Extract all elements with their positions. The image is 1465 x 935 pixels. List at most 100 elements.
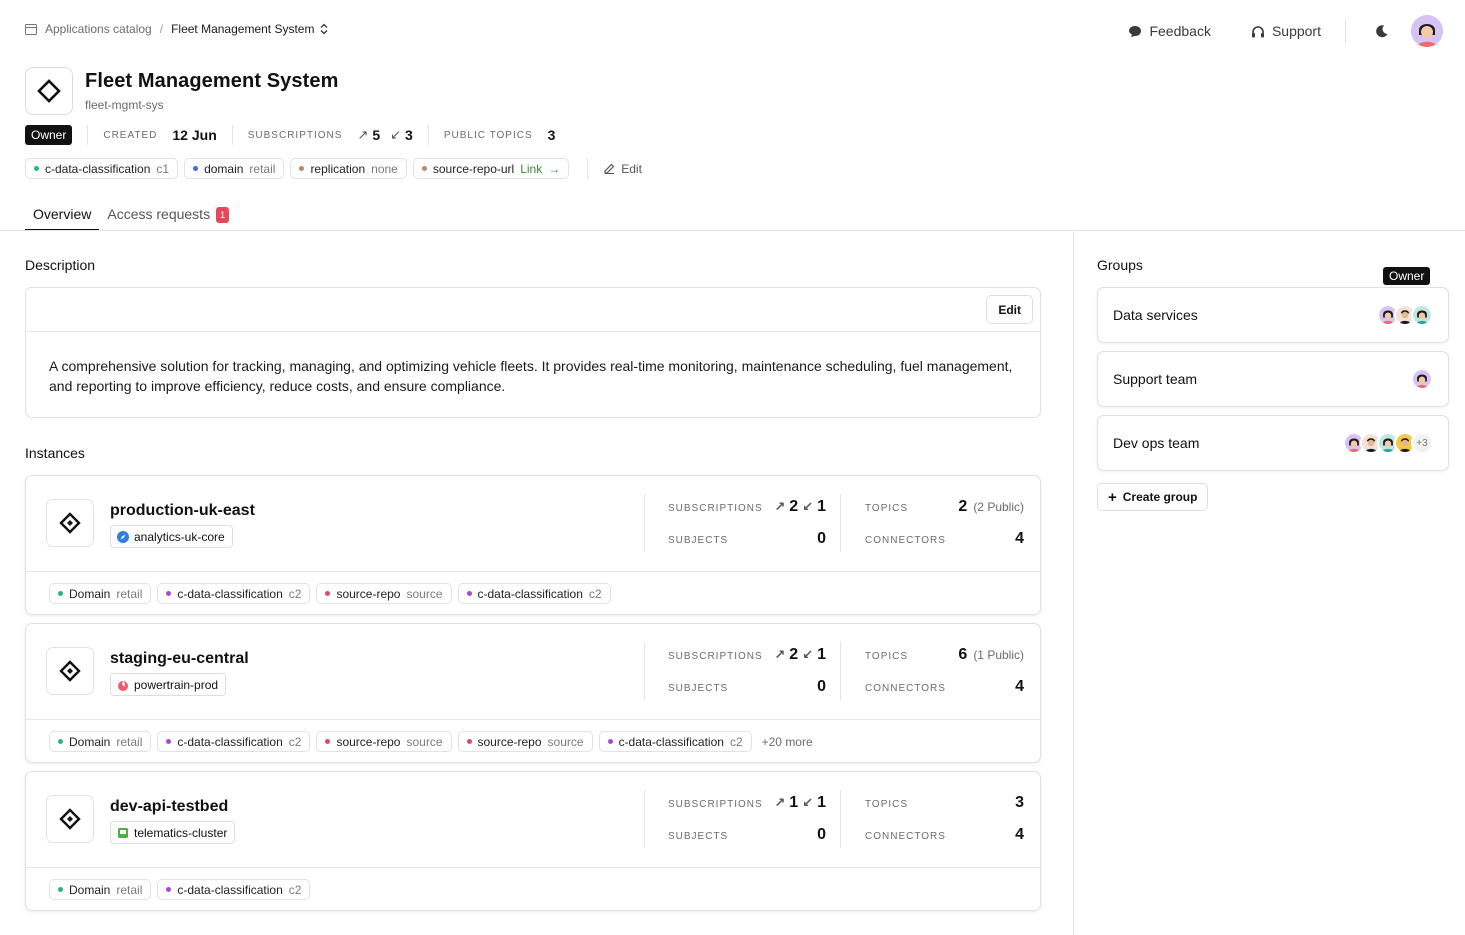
tag[interactable]: c-data-classification c2 <box>157 879 311 900</box>
group-card-dev-ops-team[interactable]: Dev ops team +3 <box>1097 415 1449 471</box>
cluster-name: analytics-uk-core <box>134 529 225 544</box>
instance-name[interactable]: dev-api-testbed <box>110 798 228 816</box>
tab-overview[interactable]: Overview <box>25 200 100 231</box>
tag-value: source <box>406 734 443 749</box>
tag-dot <box>466 591 472 596</box>
tag[interactable]: source-repo source <box>457 731 593 752</box>
feedback-button[interactable]: Feedback <box>1108 14 1230 48</box>
created-label: CREATED <box>103 129 158 141</box>
topics-count: 3 <box>1015 794 1024 811</box>
connectors-count: 4 <box>1015 530 1024 547</box>
support-button[interactable]: Support <box>1231 14 1341 48</box>
tag[interactable]: replication none <box>290 158 407 179</box>
user-avatar[interactable] <box>1411 15 1443 47</box>
arrow-down-left-icon: ↙ <box>802 795 814 810</box>
member-avatar[interactable] <box>1411 368 1433 390</box>
arrow-down-left-icon: ↙ <box>802 499 814 514</box>
cluster-chip[interactable]: analytics-uk-core <box>110 525 233 548</box>
tag[interactable]: c-data-classification c2 <box>157 583 311 604</box>
tag-key: c-data-classification <box>177 586 283 601</box>
breadcrumb-root[interactable]: Applications catalog <box>45 22 152 36</box>
tag-value: c2 <box>288 586 302 601</box>
breadcrumb-current[interactable]: Fleet Management System <box>171 22 328 36</box>
topics-label: TOPICS <box>865 503 909 514</box>
instance-name[interactable]: production-uk-east <box>110 502 255 520</box>
tag-link[interactable]: Link <box>520 162 542 176</box>
connectors-label: CONNECTORS <box>865 683 946 694</box>
topics-label: TOPICS <box>865 799 909 810</box>
subscriptions-label: SUBSCRIPTIONS <box>668 503 763 514</box>
breadcrumb-separator: / <box>159 22 164 36</box>
breadcrumb-current-label: Fleet Management System <box>171 22 315 36</box>
tag-value: c2 <box>288 734 302 749</box>
more-members-count[interactable]: +3 <box>1411 432 1433 454</box>
tab-access-requests[interactable]: Access requests 1 <box>99 200 237 231</box>
instance-card[interactable]: dev-api-testbed telematics-cluster SUBSC… <box>25 771 1041 911</box>
group-card-support-team[interactable]: Support team <box>1097 351 1449 407</box>
group-card-data-services[interactable]: Data services <box>1097 287 1449 343</box>
tag[interactable]: source-repo-url Link → <box>412 158 570 179</box>
description-card: Edit A comprehensive solution for tracki… <box>25 287 1041 418</box>
support-label: Support <box>1271 23 1321 39</box>
tag-dot <box>466 739 472 744</box>
tag[interactable]: source-repo source <box>316 583 452 604</box>
tag[interactable]: Domain retail <box>49 731 152 752</box>
tag-key: Domain <box>69 734 111 749</box>
create-group-button[interactable]: + Create group <box>1097 483 1209 511</box>
tag[interactable]: c-data-classification c2 <box>598 731 752 752</box>
subjects-count: 0 <box>817 826 826 843</box>
divider <box>0 230 1465 231</box>
tag-key: c-data-classification <box>477 586 583 601</box>
tag[interactable]: Domain retail <box>49 879 152 900</box>
tag-key: source-repo <box>336 586 401 601</box>
tag[interactable]: domain retail <box>184 158 285 179</box>
subscriptions-counts: ↗ 2 ↙ 1 <box>770 646 826 664</box>
edit-tags-button[interactable]: Edit <box>587 158 642 179</box>
divider <box>231 125 233 145</box>
tag[interactable]: c-data-classification c2 <box>457 583 611 604</box>
cluster-chip[interactable]: telematics-cluster <box>110 821 236 844</box>
tag[interactable]: source-repo source <box>316 731 452 752</box>
divider <box>427 125 429 145</box>
owner-badge: Owner <box>25 125 73 145</box>
tag[interactable]: c-data-classification c2 <box>157 731 311 752</box>
tag-key: c-data-classification <box>177 734 283 749</box>
catalog-icon <box>25 23 37 35</box>
instance-tags: Domain retail c-data-classification c2 sou… <box>49 731 813 752</box>
topics-value: 2 <box>958 498 968 515</box>
edit-description-button[interactable]: Edit <box>986 295 1033 324</box>
subjects-count: 0 <box>817 530 826 547</box>
diamond-logo-icon <box>59 660 81 682</box>
tag-dot <box>166 887 172 892</box>
tag-value: none <box>371 161 398 176</box>
tab-label: Overview <box>33 206 92 222</box>
app-tags: c-data-classification c1 domain retail rep… <box>25 158 642 179</box>
tag[interactable]: Domain retail <box>49 583 152 604</box>
divider <box>1345 19 1346 43</box>
tag-dot <box>34 166 39 171</box>
subjects-label: SUBJECTS <box>668 683 729 694</box>
subscriptions-counts: ↗ 1 ↙ 1 <box>770 794 826 812</box>
instance-tags: Domain retail c-data-classification c2 sou… <box>49 583 611 604</box>
tag-value: retail <box>116 734 143 749</box>
feedback-label: Feedback <box>1149 23 1211 39</box>
instance-card[interactable]: production-uk-east analytics-uk-core SUB… <box>25 475 1041 615</box>
member-avatar[interactable] <box>1411 304 1433 326</box>
cluster-chip[interactable]: powertrain-prod <box>110 673 227 696</box>
flame-icon <box>118 680 128 691</box>
tag-value: c1 <box>156 161 170 176</box>
tag[interactable]: c-data-classification c1 <box>25 158 179 179</box>
subscriptions-in-count: 3 <box>405 127 413 143</box>
theme-toggle-button[interactable] <box>1350 14 1411 48</box>
tag-dot <box>325 591 331 596</box>
instance-card[interactable]: staging-eu-central powertrain-prod SUBSC… <box>25 623 1041 763</box>
tab-label: Access requests <box>107 206 211 222</box>
tag-value: retail <box>116 882 143 897</box>
more-tags-link[interactable]: +20 more <box>762 735 813 749</box>
topics-value: 6 <box>958 646 968 663</box>
public-topics-label: PUBLIC TOPICS <box>443 129 533 141</box>
app-logo <box>25 67 73 115</box>
tag-dot <box>421 166 427 171</box>
instance-name[interactable]: staging-eu-central <box>110 650 249 668</box>
description-text: A comprehensive solution for tracking, m… <box>49 358 1013 394</box>
